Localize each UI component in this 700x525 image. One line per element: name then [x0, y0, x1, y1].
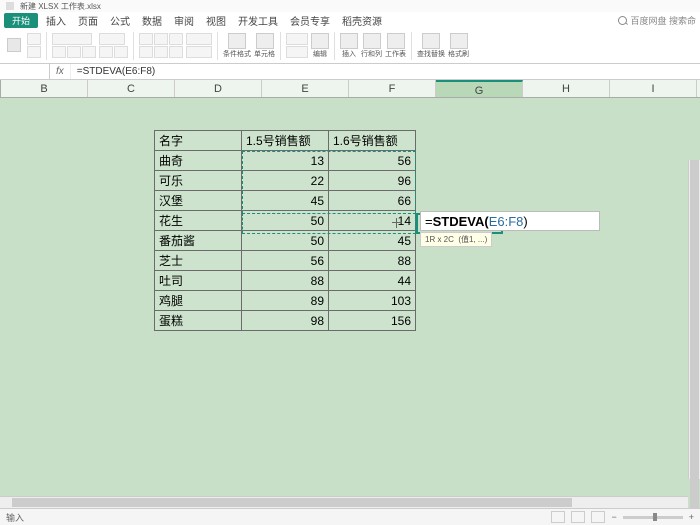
copy-button[interactable] — [27, 46, 41, 58]
table-row: 蛋糕98156 — [155, 311, 416, 331]
align-center-button[interactable] — [154, 33, 168, 45]
col-header-B[interactable]: B — [1, 80, 88, 97]
menu-insert[interactable]: 插入 — [42, 13, 70, 28]
table-row: 鸡腿89103 — [155, 291, 416, 311]
fx-label[interactable]: fx — [50, 64, 71, 79]
cond-format-button[interactable]: 条件格式 — [223, 33, 251, 59]
cond-format-icon — [228, 33, 246, 49]
insert-icon — [340, 33, 358, 49]
zoom-in-button[interactable]: + — [689, 512, 694, 522]
worksheet-icon — [387, 33, 405, 49]
sum-button[interactable] — [286, 33, 308, 45]
fill-color-button[interactable] — [114, 46, 128, 58]
table-header-row: 名字 1.5号销售额 1.6号销售额 — [155, 131, 416, 151]
hdr-v1[interactable]: 1.5号销售额 — [242, 131, 329, 151]
insert-cells-button[interactable]: 插入 — [340, 33, 358, 59]
app-icon — [6, 2, 14, 10]
font-family[interactable] — [52, 33, 92, 45]
name-box[interactable] — [0, 64, 50, 79]
table-row: 可乐2296 — [155, 171, 416, 191]
menu-resource[interactable]: 稻壳资源 — [338, 13, 386, 28]
menu-start[interactable]: 开始 — [4, 13, 38, 28]
table-row: 花生5014 — [155, 211, 416, 231]
col-header-I[interactable]: I — [610, 80, 697, 97]
col-header-H[interactable]: H — [523, 80, 610, 97]
menu-review[interactable]: 审阅 — [170, 13, 198, 28]
view-layout-button[interactable] — [571, 511, 585, 523]
table-row: 吐司8844 — [155, 271, 416, 291]
document-title: 新建 XLSX 工作表.xlsx — [20, 1, 101, 12]
ribbon: 条件格式 单元格 编辑 插入 行和列 工作表 查找替换 格式刷 — [0, 28, 700, 64]
rowcol-button[interactable]: 行和列 — [361, 33, 382, 59]
cut-button[interactable] — [27, 33, 41, 45]
scroll-thumb[interactable] — [690, 160, 699, 508]
rowcol-icon — [363, 33, 381, 49]
zoom-out-button[interactable]: − — [611, 512, 616, 522]
col-header-D[interactable]: D — [175, 80, 262, 97]
menu-data[interactable]: 数据 — [138, 13, 166, 28]
menu-member[interactable]: 会员专享 — [286, 13, 334, 28]
align-right-button[interactable] — [169, 33, 183, 45]
align-left-button[interactable] — [139, 33, 153, 45]
status-bar: 输入 − + — [0, 508, 700, 525]
valign-top-button[interactable] — [139, 46, 153, 58]
bold-button[interactable] — [52, 46, 66, 58]
column-headers: B C D E F G H I — [0, 80, 700, 98]
col-header-C[interactable]: C — [88, 80, 175, 97]
cell-style-icon — [256, 33, 274, 49]
merge-button[interactable] — [186, 46, 212, 58]
font-color-button[interactable] — [99, 46, 113, 58]
menu-view[interactable]: 视图 — [202, 13, 230, 28]
col-header-F[interactable]: F — [349, 80, 436, 97]
italic-button[interactable] — [67, 46, 81, 58]
menu-page[interactable]: 页面 — [74, 13, 102, 28]
selection-size-hint: 1R x 2C (值1, ...) — [420, 232, 492, 247]
table-row: 芝士5688 — [155, 251, 416, 271]
search-placeholder: 百度网盘 搜索命 — [630, 14, 696, 27]
valign-bot-button[interactable] — [169, 46, 183, 58]
menu-devtools[interactable]: 开发工具 — [234, 13, 282, 28]
valign-mid-button[interactable] — [154, 46, 168, 58]
cell-style-button[interactable]: 单元格 — [254, 33, 275, 59]
scroll-thumb[interactable] — [12, 498, 572, 507]
col-header-G[interactable]: G — [436, 80, 523, 97]
menu-search[interactable]: 百度网盘 搜索命 — [618, 14, 696, 27]
view-normal-button[interactable] — [551, 511, 565, 523]
hdr-v2[interactable]: 1.6号销售额 — [329, 131, 416, 151]
paste-icon — [7, 38, 21, 52]
view-break-button[interactable] — [591, 511, 605, 523]
horizontal-scrollbar[interactable] — [0, 496, 688, 508]
underline-button[interactable] — [82, 46, 96, 58]
formula-bar: fx =STDEVA(E6:F8) — [0, 64, 700, 80]
formula-overlay[interactable]: =STDEVA(E6:F8) — [420, 211, 600, 231]
title-bar: 新建 XLSX 工作表.xlsx — [0, 0, 700, 12]
spreadsheet-grid[interactable]: B C D E F G H I 名字 1.5号销售额 1.6号销售额 曲奇135… — [0, 80, 700, 508]
table-row: 曲奇1356 — [155, 151, 416, 171]
data-table[interactable]: 名字 1.5号销售额 1.6号销售额 曲奇1356 可乐2296 汉堡4566 … — [154, 130, 416, 331]
format-button[interactable]: 编辑 — [311, 33, 329, 59]
wrap-button[interactable] — [186, 33, 212, 45]
zoom-slider[interactable] — [623, 516, 683, 519]
format-icon — [311, 33, 329, 49]
find-icon — [422, 33, 440, 49]
font-size[interactable] — [99, 33, 125, 45]
vertical-scrollbar[interactable] — [688, 160, 700, 479]
painter-icon — [450, 33, 468, 49]
search-icon — [618, 16, 627, 25]
fill-button[interactable] — [286, 46, 308, 58]
status-mode: 输入 — [6, 511, 24, 524]
find-button[interactable]: 查找替换 — [417, 33, 445, 59]
worksheet-button[interactable]: 工作表 — [385, 33, 406, 59]
paste-button[interactable] — [4, 32, 24, 60]
painter-button[interactable]: 格式刷 — [448, 33, 469, 59]
table-row: 汉堡4566 — [155, 191, 416, 211]
menu-formula[interactable]: 公式 — [106, 13, 134, 28]
col-header-E[interactable]: E — [262, 80, 349, 97]
menu-bar: 开始 插入 页面 公式 数据 审阅 视图 开发工具 会员专享 稻壳资源 百度网盘… — [0, 12, 700, 28]
table-row: 番茄酱5045 — [155, 231, 416, 251]
formula-input[interactable]: =STDEVA(E6:F8) — [71, 64, 700, 79]
hdr-name[interactable]: 名字 — [155, 131, 242, 151]
